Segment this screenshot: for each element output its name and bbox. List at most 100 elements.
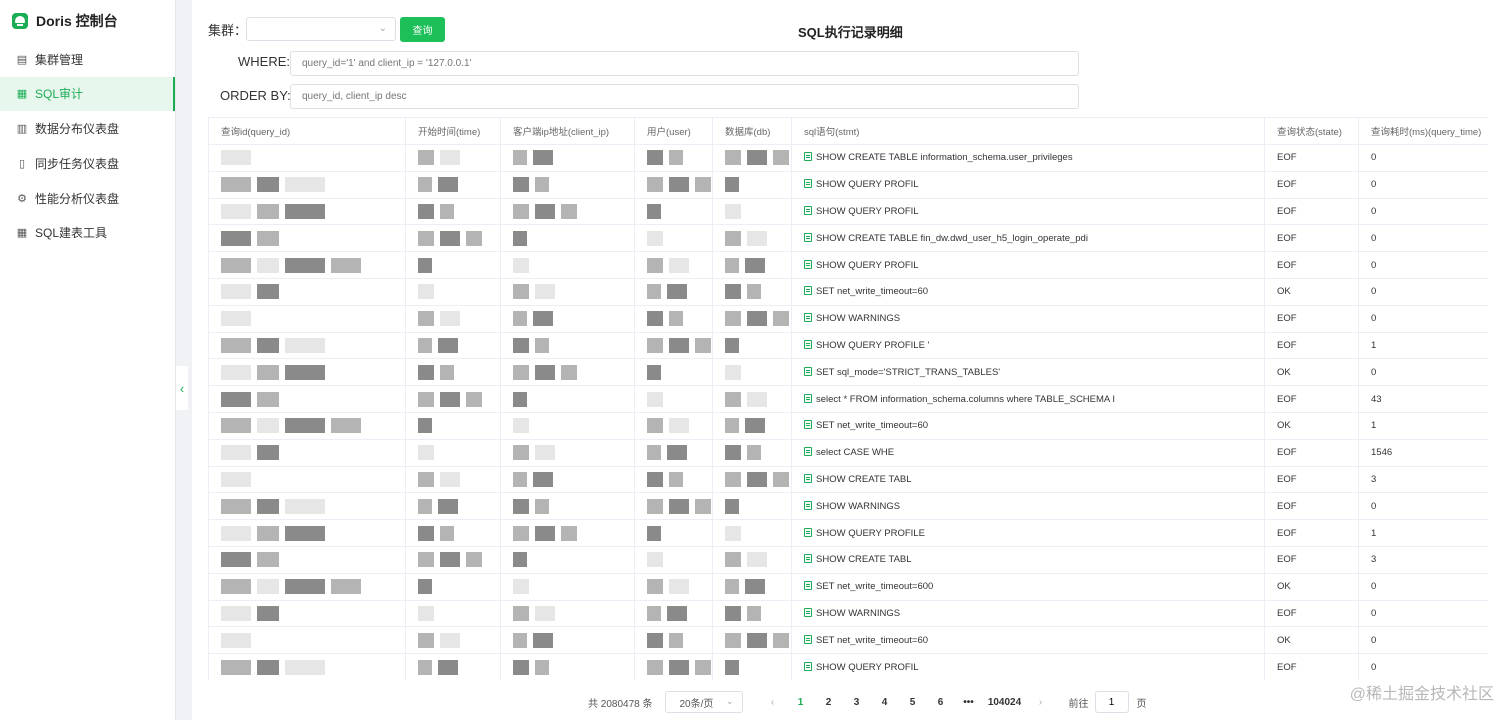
table-row[interactable]: SHOW QUERY PROFIL EOF 0 (208, 653, 1488, 680)
table-row[interactable]: SHOW WARNINGS EOF 0 (208, 492, 1488, 521)
table-row[interactable]: SHOW CREATE TABL EOF 3 (208, 465, 1488, 494)
table-row[interactable]: SHOW WARNINGS EOF 0 (208, 599, 1488, 628)
stmt-cell[interactable]: SHOW CREATE TABL (791, 465, 1265, 494)
stmt-cell[interactable]: SHOW QUERY PROFIL (791, 170, 1265, 199)
copy-icon[interactable] (804, 286, 812, 296)
table-row[interactable]: SHOW QUERY PROFIL EOF 0 (208, 251, 1488, 279)
stmt-cell[interactable]: SHOW QUERY PROFILE (791, 519, 1265, 547)
table-row[interactable]: SET net_write_timeout=600 OK 0 (208, 572, 1488, 601)
table-row[interactable]: select CASE WHE EOF 1546 (208, 438, 1488, 467)
redacted-cell (405, 572, 501, 601)
column-header-db[interactable]: 数据库(db) (712, 117, 792, 145)
column-header-time[interactable]: 开始时间(time) (405, 117, 501, 145)
stmt-cell[interactable]: SHOW QUERY PROFILE ' (791, 331, 1265, 360)
stmt-cell[interactable]: SHOW QUERY PROFIL (791, 197, 1265, 226)
copy-icon[interactable] (804, 447, 812, 457)
copy-icon[interactable] (804, 259, 812, 269)
table-row[interactable]: SHOW QUERY PROFIL EOF 0 (208, 170, 1488, 199)
table-row[interactable]: SHOW QUERY PROFILE EOF 1 (208, 519, 1488, 547)
where-input[interactable] (290, 51, 1079, 76)
copy-icon[interactable] (804, 339, 812, 349)
prev-page-button[interactable]: ‹ (759, 697, 787, 708)
stmt-cell[interactable]: SHOW QUERY PROFIL (791, 251, 1265, 279)
sidebar-item-cluster-management[interactable]: ▤ 集群管理 (0, 42, 175, 76)
table-row[interactable]: SET net_write_timeout=60 OK 0 (208, 277, 1488, 306)
copy-icon[interactable] (804, 205, 812, 215)
copy-icon[interactable] (804, 500, 812, 510)
redacted-block (513, 605, 529, 621)
page-size-select[interactable]: 20条/页 ⌄ (664, 691, 743, 713)
stmt-cell[interactable]: SET net_write_timeout=600 (791, 572, 1265, 601)
table-row[interactable]: SHOW WARNINGS EOF 0 (208, 304, 1488, 333)
redacted-block (285, 418, 325, 434)
stmt-cell[interactable]: SET net_write_timeout=60 (791, 626, 1265, 655)
page-1[interactable]: 1 (787, 697, 815, 708)
copy-icon[interactable] (804, 473, 812, 483)
sidebar-item-performance[interactable]: ⚙ 性能分析仪表盘 (0, 181, 175, 215)
page-4[interactable]: 4 (871, 697, 899, 708)
column-header-client-ip[interactable]: 客户端ip地址(client_ip) (500, 117, 635, 145)
column-header-user[interactable]: 用户(user) (634, 117, 713, 145)
page-3[interactable]: 3 (843, 697, 871, 708)
next-page-button[interactable]: › (1027, 697, 1055, 708)
stmt-cell[interactable]: SHOW WARNINGS (791, 599, 1265, 628)
table-row[interactable]: SET sql_mode='STRICT_TRANS_TABLES' OK 0 (208, 358, 1488, 387)
column-header-query-time[interactable]: 查询耗时(ms)(query_time) (1358, 117, 1488, 145)
table-row[interactable]: SHOW QUERY PROFIL EOF 0 (208, 197, 1488, 226)
stmt-cell[interactable]: SHOW CREATE TABLE fin_dw.dwd_user_h5_log… (791, 224, 1265, 253)
sidebar-collapse-button[interactable]: ‹ (176, 366, 188, 410)
page-5[interactable]: 5 (899, 697, 927, 708)
stmt-cell[interactable]: SET net_write_timeout=60 (791, 411, 1265, 440)
stmt-text: SET net_write_timeout=60 (816, 634, 929, 646)
sidebar-item-data-distribution[interactable]: ▥ 数据分布仪表盘 (0, 112, 175, 146)
table-row[interactable]: SET net_write_timeout=60 OK 0 (208, 626, 1488, 655)
copy-icon[interactable] (804, 393, 812, 403)
column-header-state[interactable]: 查询状态(state) (1264, 117, 1359, 145)
order-by-input[interactable] (290, 84, 1079, 109)
copy-icon[interactable] (804, 313, 812, 323)
page-ellipsis[interactable]: ••• (955, 697, 983, 708)
query-button[interactable]: 查询 (400, 17, 445, 42)
sidebar-item-sql-audit[interactable]: ▦ SQL审计 (0, 76, 175, 111)
table-row[interactable]: select * FROM information_schema.columns… (208, 385, 1488, 413)
stmt-cell[interactable]: select CASE WHE (791, 438, 1265, 467)
copy-icon[interactable] (804, 634, 812, 644)
state-cell: EOF (1264, 224, 1359, 253)
column-header-query-id[interactable]: 查询id(query_id) (208, 117, 406, 145)
copy-icon[interactable] (804, 152, 812, 162)
stmt-cell[interactable]: SHOW CREATE TABL (791, 545, 1265, 574)
table-row[interactable]: SHOW CREATE TABLE information_schema.use… (208, 144, 1488, 172)
table-row[interactable]: SHOW CREATE TABLE fin_dw.dwd_user_h5_log… (208, 224, 1488, 253)
copy-icon[interactable] (804, 661, 812, 671)
stmt-cell[interactable]: SHOW WARNINGS (791, 304, 1265, 333)
copy-icon[interactable] (804, 527, 812, 537)
stmt-text: SHOW QUERY PROFIL (816, 205, 919, 217)
page-last[interactable]: 104024 (983, 697, 1027, 708)
sidebar-item-sync-tasks[interactable]: ▯ 同步任务仪表盘 (0, 146, 175, 180)
table-row[interactable]: SHOW QUERY PROFILE ' EOF 1 (208, 331, 1488, 360)
copy-icon[interactable] (804, 232, 812, 242)
redacted-block (466, 230, 482, 246)
stmt-cell[interactable]: SET net_write_timeout=60 (791, 277, 1265, 306)
stmt-cell[interactable]: SET sql_mode='STRICT_TRANS_TABLES' (791, 358, 1265, 387)
redacted-cell (712, 197, 792, 226)
copy-icon[interactable] (804, 420, 812, 430)
copy-icon[interactable] (804, 607, 812, 617)
column-header-stmt[interactable]: sql语句(stmt) (791, 117, 1265, 145)
sidebar-item-sql-table-tool[interactable]: ▦ SQL建表工具 (0, 216, 175, 250)
copy-icon[interactable] (804, 554, 812, 564)
copy-icon[interactable] (804, 581, 812, 591)
table-row[interactable]: SET net_write_timeout=60 OK 1 (208, 411, 1488, 440)
copy-icon[interactable] (804, 366, 812, 376)
stmt-cell[interactable]: select * FROM information_schema.columns… (791, 385, 1265, 413)
cluster-select[interactable]: ⌄ (246, 17, 396, 41)
redacted-cell (208, 144, 406, 172)
copy-icon[interactable] (804, 179, 812, 189)
page-6[interactable]: 6 (927, 697, 955, 708)
stmt-cell[interactable]: SHOW WARNINGS (791, 492, 1265, 521)
table-row[interactable]: SHOW CREATE TABL EOF 3 (208, 545, 1488, 574)
stmt-cell[interactable]: SHOW QUERY PROFIL (791, 653, 1265, 680)
goto-page-input[interactable] (1094, 691, 1129, 713)
stmt-cell[interactable]: SHOW CREATE TABLE information_schema.use… (791, 144, 1265, 172)
page-2[interactable]: 2 (815, 697, 843, 708)
